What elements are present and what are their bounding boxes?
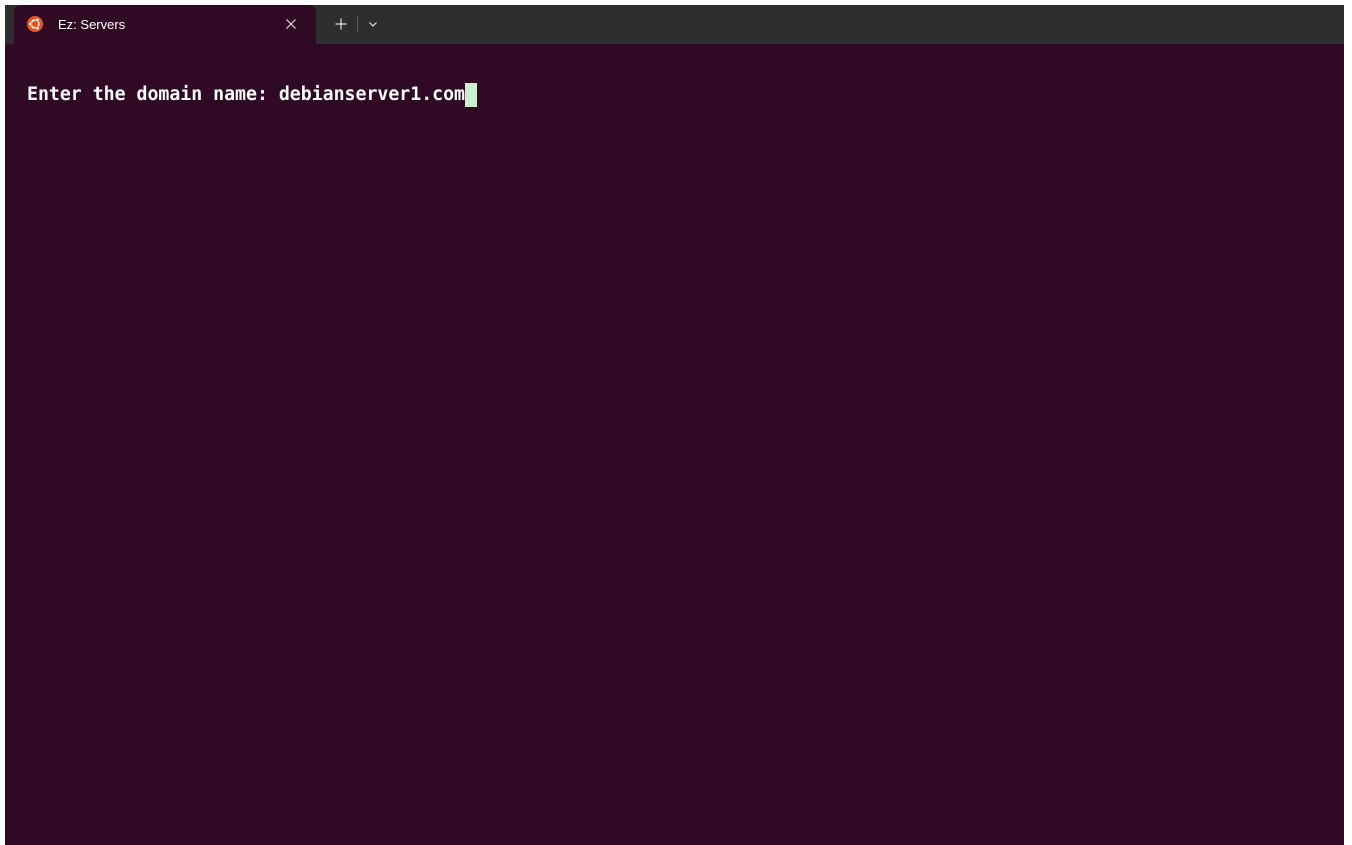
new-tab-button[interactable] [329, 13, 353, 35]
tabbar-separator [357, 16, 358, 32]
tab-bar: Ez: Servers [5, 5, 1344, 44]
terminal-content[interactable]: Enter the domain name: debianserver1.com [5, 44, 1344, 845]
chevron-down-icon [369, 22, 377, 27]
tab-dropdown-button[interactable] [363, 13, 383, 35]
ubuntu-logo-icon [27, 16, 43, 32]
tab-title: Ez: Servers [58, 17, 126, 32]
close-icon [286, 19, 296, 29]
text-cursor [465, 83, 478, 107]
prompt-text: Enter the domain name: [27, 84, 279, 105]
plus-icon [335, 18, 347, 30]
tab-close-button[interactable] [281, 14, 301, 34]
input-text: debianserver1.com [278, 84, 466, 105]
terminal-prompt-line: Enter the domain name: debianserver1.com [27, 83, 478, 107]
tab-ez-servers[interactable]: Ez: Servers [14, 5, 316, 44]
terminal-window: Ez: Servers Enter the domain name: debia… [5, 5, 1344, 845]
